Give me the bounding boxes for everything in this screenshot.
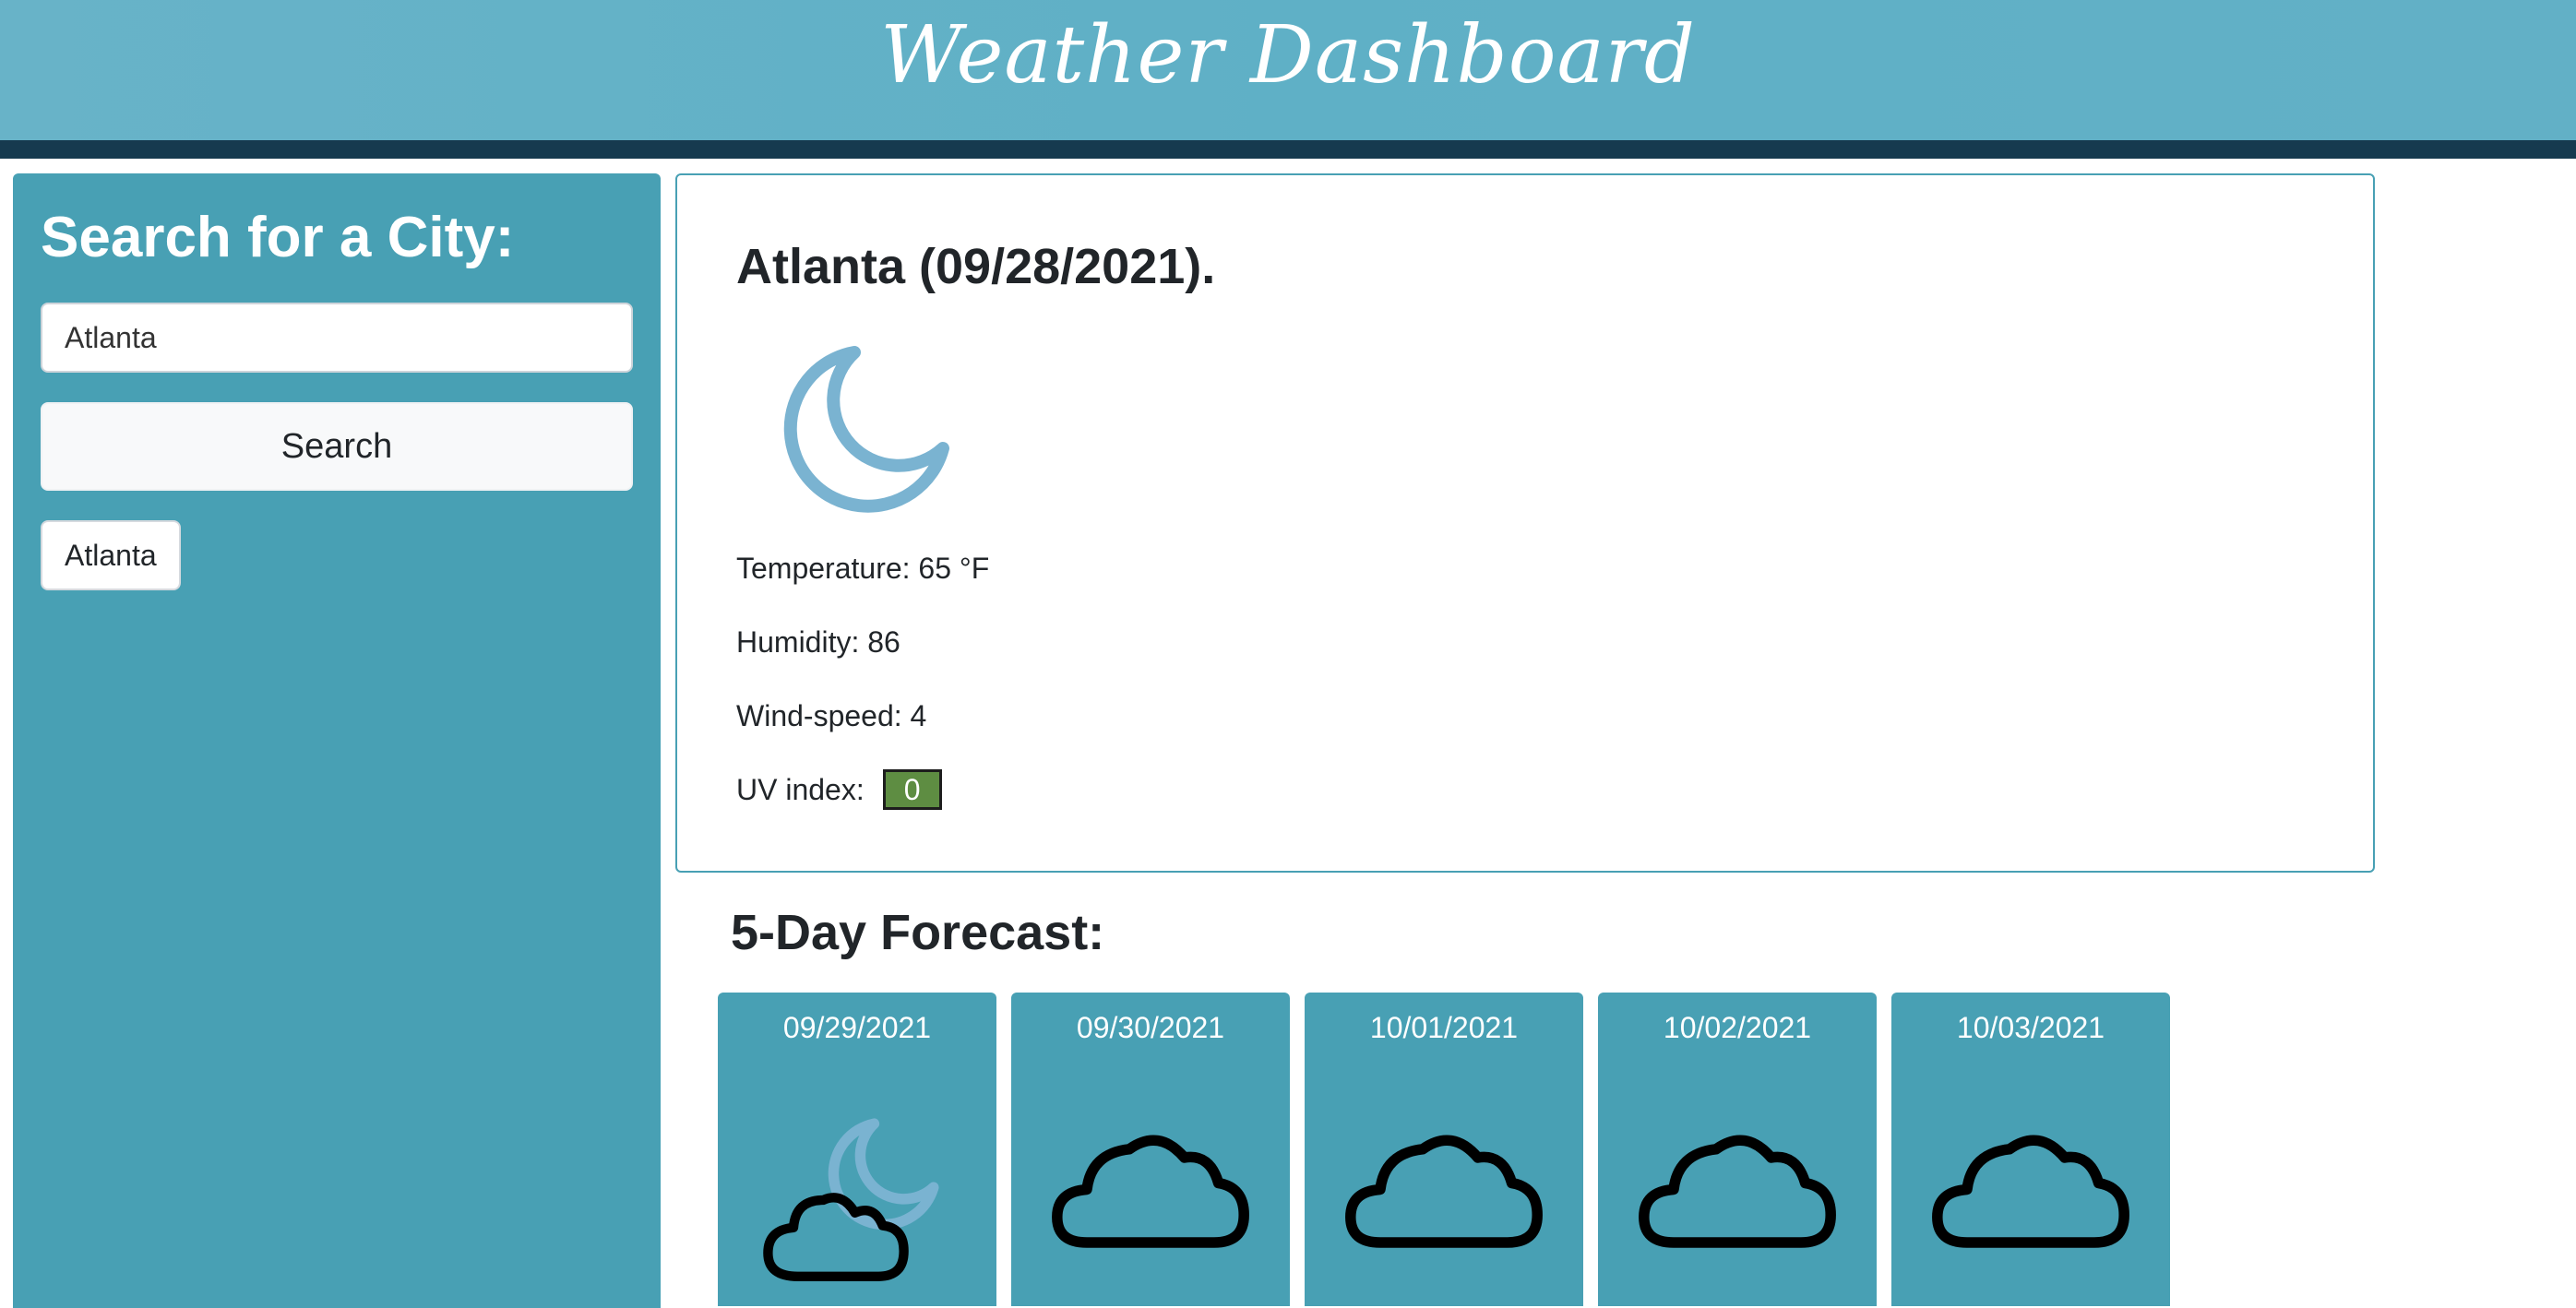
current-weather-card: Atlanta (09/28/2021). Temperature: 65 °F… [675,173,2375,873]
forecast-date: 10/01/2021 [1369,1011,1519,1044]
partly-cloudy-night-icon [763,1118,939,1281]
cloud-icon [1932,1135,2129,1248]
city-search-input[interactable] [41,303,633,373]
forecast-date: 09/30/2021 [1076,1011,1225,1044]
forecast-date: 09/29/2021 [782,1011,932,1044]
moon-icon [783,346,949,513]
uv-index-row: UV index: 0 [736,769,942,810]
wind-speed-text: Wind-speed: 4 [736,699,927,732]
cloud-icon [1639,1135,1836,1248]
search-button[interactable]: Search [41,402,633,491]
search-sidebar: Search for a City: Search Atlanta [13,173,661,1308]
sidebar-title: Search for a City: [41,206,515,269]
humidity-text: Humidity: 86 [736,625,900,659]
forecast-card: 10/01/2021 [1305,993,1583,1306]
forecast-card: 09/29/2021 [718,993,996,1306]
forecast-card: 09/30/2021 [1011,993,1290,1306]
app-header: Weather Dashboard [0,0,2576,140]
history-city-button[interactable]: Atlanta [41,520,181,590]
app-title: Weather Dashboard [880,9,1696,101]
forecast-card: 10/03/2021 [1891,993,2170,1306]
current-city-title: Atlanta (09/28/2021). [736,239,1216,294]
forecast-title: 5-Day Forecast: [731,905,1105,960]
uv-index-badge: 0 [882,769,942,810]
header-divider [0,140,2576,159]
temperature-text: Temperature: 65 °F [736,552,990,585]
forecast-date: 10/02/2021 [1663,1011,1812,1044]
forecast-row: 09/29/2021 09/30/2021 10/01/2021 10/02/2… [718,993,2170,1306]
forecast-card: 10/02/2021 [1598,993,1877,1306]
cloud-icon [1052,1135,1249,1248]
cloud-icon [1345,1135,1543,1248]
forecast-date: 10/03/2021 [1956,1011,2105,1044]
uv-index-label: UV index: [736,773,865,806]
